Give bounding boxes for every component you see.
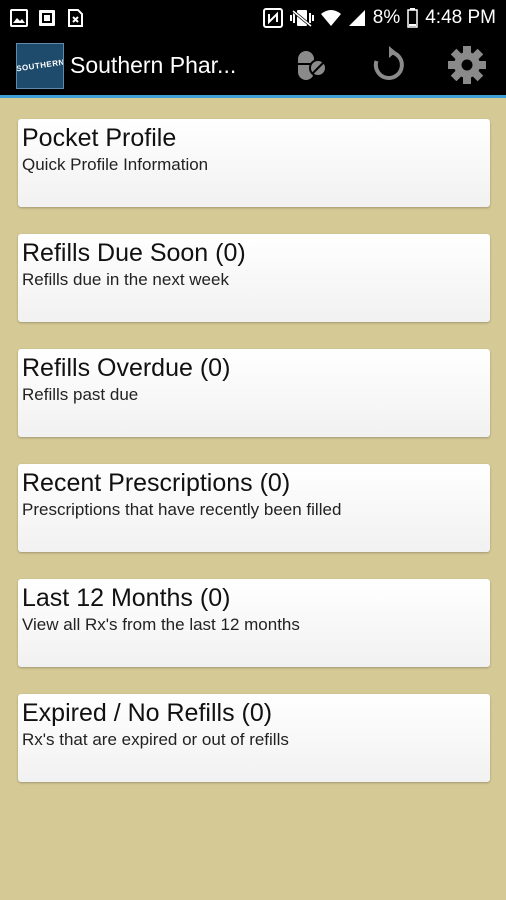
settings-button[interactable] (428, 36, 506, 98)
card-title: Last 12 Months (0) (22, 584, 231, 612)
status-bar: 8% 4:48 PM (0, 0, 506, 36)
image-icon (10, 9, 28, 27)
menu-item-pocket-profile[interactable]: Pocket Profile Quick Profile Information (18, 119, 490, 207)
card-subtitle: Refills due in the next week (22, 270, 229, 289)
battery-percent: 8% (372, 7, 401, 28)
pill-icon (294, 48, 328, 87)
clock: 4:48 PM (425, 7, 496, 28)
menu-item-recent-prescriptions[interactable]: Recent Prescriptions (0) Prescriptions t… (18, 464, 490, 552)
menu-item-refills-overdue[interactable]: Refills Overdue (0) Refills past due (18, 349, 490, 437)
card-subtitle: Quick Profile Information (22, 155, 209, 174)
pill-button[interactable] (272, 36, 350, 98)
signal-icon (348, 9, 366, 27)
logo-text: SOUTHERN (16, 57, 64, 74)
refresh-button[interactable] (350, 36, 428, 98)
card-title: Refills Overdue (0) (22, 354, 231, 382)
refresh-icon (370, 45, 408, 89)
settings-icon (447, 45, 487, 90)
battery-icon (407, 8, 418, 28)
menu-list: Pocket Profile Quick Profile Information… (18, 119, 490, 809)
vibrate-icon (289, 8, 314, 28)
status-right: 8% 4:48 PM (262, 7, 496, 29)
menu-item-refills-due-soon[interactable]: Refills Due Soon (0) Refills due in the … (18, 234, 490, 322)
menu-item-last-12-months[interactable]: Last 12 Months (0) View all Rx's from th… (18, 579, 490, 667)
card-subtitle: View all Rx's from the last 12 months (22, 615, 300, 634)
card-title: Refills Due Soon (0) (22, 239, 246, 267)
card-title: Recent Prescriptions (0) (22, 469, 291, 497)
card-subtitle: Prescriptions that have recently been fi… (22, 500, 342, 519)
card-title: Pocket Profile (22, 124, 177, 152)
status-left (10, 9, 84, 27)
wifi-icon (320, 9, 341, 27)
nfc-icon (262, 8, 283, 28)
screenshot-icon (38, 9, 56, 27)
card-title: Expired / No Refills (0) (22, 699, 273, 727)
app-bar: SOUTHERN Southern Phar... (0, 36, 506, 98)
app-title: Southern Phar... (70, 52, 237, 78)
no-sim-icon (66, 9, 84, 27)
menu-item-expired-no-refills[interactable]: Expired / No Refills (0) Rx's that are e… (18, 694, 490, 782)
card-subtitle: Rx's that are expired or out of refills (22, 730, 289, 749)
app-logo: SOUTHERN (16, 42, 64, 89)
app-actions (272, 36, 506, 98)
card-subtitle: Refills past due (22, 385, 139, 404)
